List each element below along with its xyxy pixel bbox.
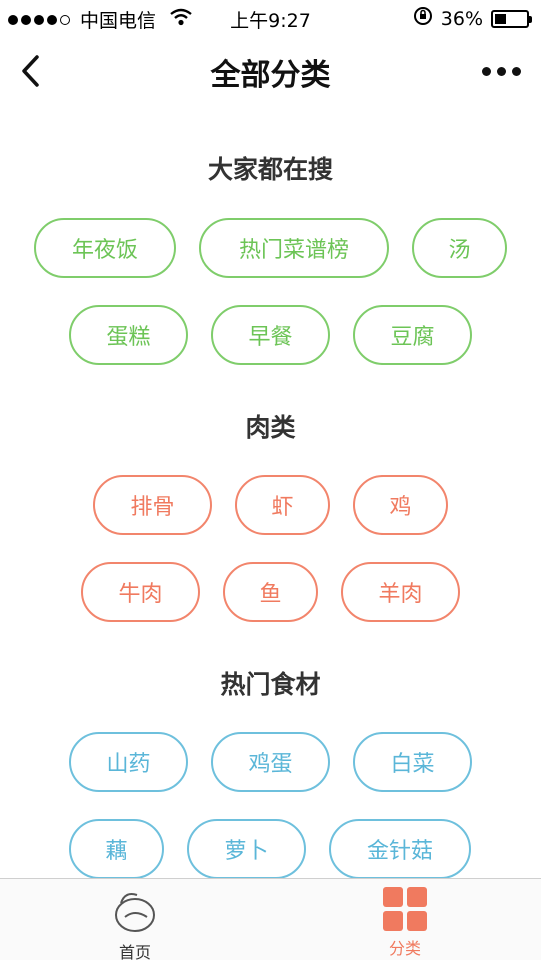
tag-button[interactable]: 白菜	[353, 732, 472, 792]
tab-home[interactable]: 首页	[75, 887, 195, 960]
status-bar: 中国电信 上午9:27 36%	[0, 0, 541, 36]
section-title-popular-search: 大家都在搜	[207, 155, 333, 184]
more-dot-icon	[511, 66, 521, 76]
tag-button[interactable]: 汤	[412, 218, 507, 278]
tag-button[interactable]: 藕	[69, 819, 164, 879]
tag-button[interactable]: 蛋糕	[69, 305, 188, 365]
section-title-meat: 肉类	[245, 413, 296, 442]
tag-button[interactable]: 热门菜谱榜	[199, 218, 389, 278]
grid-icon	[383, 887, 427, 931]
tag-button[interactable]: 萝卜	[187, 819, 306, 879]
section-title-ingredients: 热门食材	[220, 670, 321, 699]
bean-sprout-icon	[115, 893, 155, 932]
status-right: 36%	[413, 6, 532, 31]
more-dot-icon	[496, 66, 506, 76]
tag-button[interactable]: 鱼	[223, 562, 318, 622]
rotation-lock-icon	[413, 6, 433, 31]
battery-percent: 36%	[440, 7, 483, 30]
nav-bar: 全部分类	[0, 36, 541, 106]
more-options-button[interactable]	[479, 56, 523, 86]
battery-icon	[491, 9, 532, 28]
tag-button[interactable]: 羊肉	[341, 562, 460, 622]
tag-button[interactable]: 鸡蛋	[211, 732, 330, 792]
more-dot-icon	[481, 66, 491, 76]
tag-button[interactable]: 豆腐	[353, 305, 472, 365]
tab-bar: 首页 分类	[0, 878, 541, 960]
tag-button[interactable]: 牛肉	[81, 562, 200, 622]
page-title: 全部分类	[210, 58, 331, 93]
tag-button[interactable]: 金针菇	[329, 819, 471, 879]
tag-button[interactable]: 年夜饭	[34, 218, 176, 278]
tab-category[interactable]: 分类	[345, 887, 465, 959]
tab-category-label: 分类	[388, 939, 421, 958]
tab-home-label: 首页	[118, 943, 151, 960]
tag-button[interactable]: 排骨	[93, 475, 212, 535]
tag-button[interactable]: 虾	[235, 475, 330, 535]
tag-button[interactable]: 山药	[69, 732, 188, 792]
tag-button[interactable]: 鸡	[353, 475, 448, 535]
tag-button[interactable]: 早餐	[211, 305, 330, 365]
